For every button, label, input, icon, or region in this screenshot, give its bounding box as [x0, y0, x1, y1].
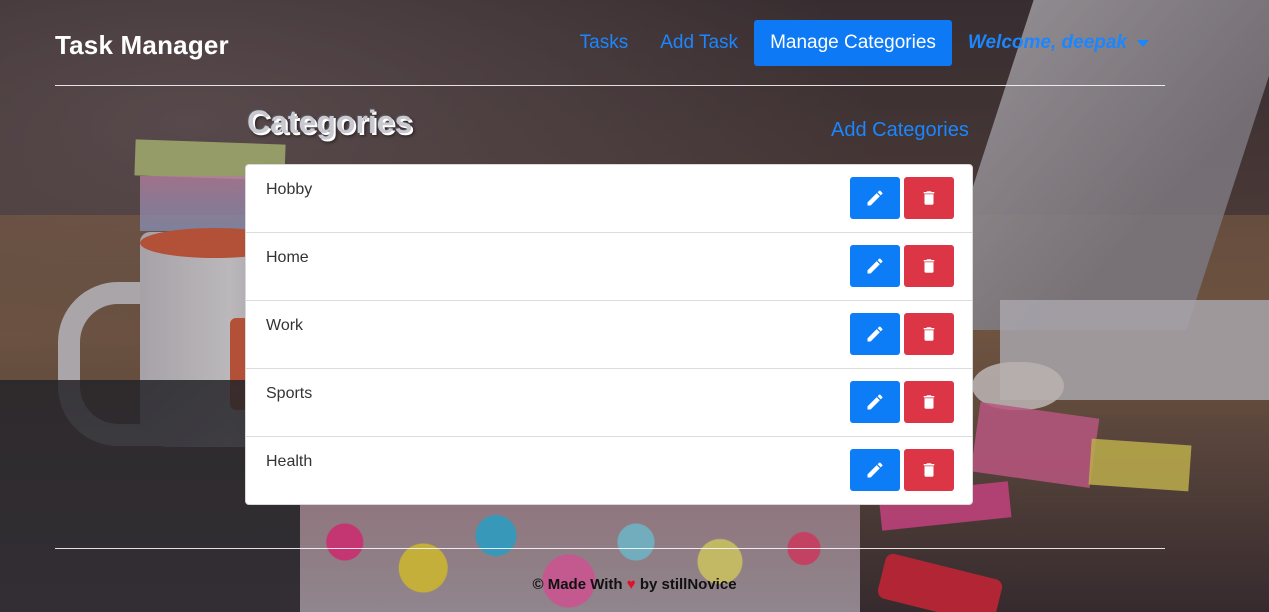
- brand-title[interactable]: Task Manager: [55, 30, 229, 61]
- category-name: Sports: [266, 385, 313, 402]
- user-dropdown[interactable]: Welcome, deepak: [952, 20, 1165, 66]
- delete-button[interactable]: [904, 381, 954, 423]
- pencil-icon: [867, 462, 883, 478]
- trash-icon: [923, 463, 935, 477]
- trash-icon: [923, 395, 935, 409]
- pencil-icon: [867, 326, 883, 342]
- category-name: Home: [266, 249, 309, 266]
- delete-button[interactable]: [904, 449, 954, 491]
- add-categories-link[interactable]: Add Categories: [831, 119, 969, 142]
- edit-button[interactable]: [850, 313, 900, 355]
- pencil-icon: [867, 258, 883, 274]
- trash-icon: [923, 327, 935, 341]
- nav-menu: Tasks Add Task Manage Categories Welcome…: [564, 20, 1165, 66]
- pencil-icon: [867, 190, 883, 206]
- category-name: Health: [266, 453, 313, 470]
- delete-button[interactable]: [904, 313, 954, 355]
- list-item: Health: [246, 437, 972, 504]
- category-list: Hobby Home Work Sports Health: [245, 164, 973, 505]
- caret-down-icon: [1137, 39, 1149, 47]
- delete-button[interactable]: [904, 177, 954, 219]
- list-item: Work: [246, 301, 972, 369]
- trash-icon: [923, 191, 935, 205]
- copyright-symbol: ©: [532, 576, 544, 593]
- navbar: Task Manager Tasks Add Task Manage Categ…: [55, 0, 1165, 86]
- footer-author: by stillNovice: [639, 576, 737, 593]
- user-welcome-label: Welcome, deepak: [967, 32, 1127, 53]
- footer: © Made With ♥ by stillNovice: [0, 576, 1269, 593]
- footer-made-with: Made With: [547, 576, 623, 593]
- category-name: Work: [266, 317, 304, 334]
- list-item: Sports: [246, 369, 972, 437]
- list-item: Hobby: [246, 165, 972, 233]
- edit-button[interactable]: [850, 177, 900, 219]
- footer-divider: [55, 548, 1165, 549]
- trash-icon: [923, 259, 935, 273]
- nav-link-add-task[interactable]: Add Task: [644, 20, 754, 66]
- list-item: Home: [246, 233, 972, 301]
- nav-link-tasks[interactable]: Tasks: [564, 20, 645, 66]
- edit-button[interactable]: [850, 245, 900, 287]
- edit-button[interactable]: [850, 381, 900, 423]
- edit-button[interactable]: [850, 449, 900, 491]
- page-title: Categories: [247, 104, 413, 140]
- heart-icon: ♥: [626, 576, 636, 593]
- nav-link-manage-categories[interactable]: Manage Categories: [754, 20, 952, 66]
- delete-button[interactable]: [904, 245, 954, 287]
- category-name: Hobby: [266, 181, 313, 198]
- pencil-icon: [867, 394, 883, 410]
